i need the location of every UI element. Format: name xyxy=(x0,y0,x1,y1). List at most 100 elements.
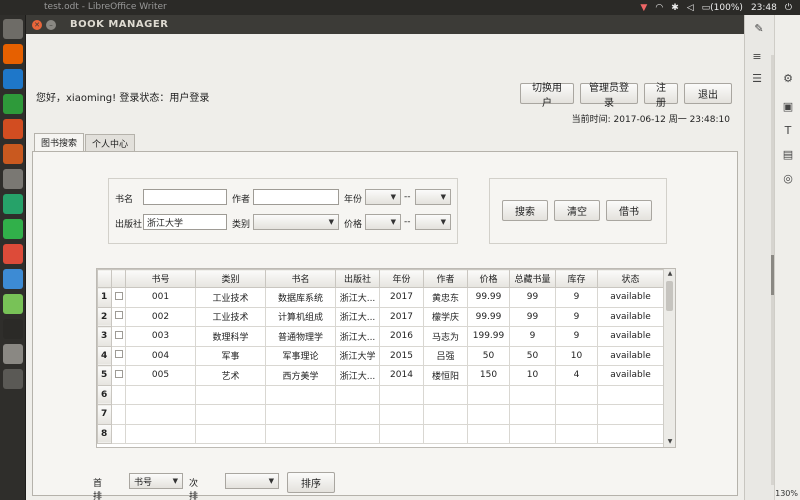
table-cell[interactable]: 吕强 xyxy=(423,345,468,366)
table-cell[interactable]: 数据库系统 xyxy=(265,287,336,308)
row-number[interactable]: 6 xyxy=(97,384,112,405)
table-cell[interactable]: 2017 xyxy=(379,287,424,308)
tab-personal-center[interactable]: 个人中心 xyxy=(85,134,136,151)
gallery-icon[interactable]: ▤ xyxy=(782,149,794,161)
page-icon[interactable]: ▣ xyxy=(782,101,794,113)
drive-icon[interactable] xyxy=(3,344,23,364)
table-cell[interactable]: 工业技术 xyxy=(195,306,266,327)
android-icon[interactable] xyxy=(3,294,23,314)
window-titlebar[interactable]: ✕ – BOOK MANAGER xyxy=(26,15,744,34)
table-cell[interactable] xyxy=(555,404,598,425)
table-row[interactable]: 7 xyxy=(97,404,664,425)
table-cell[interactable]: 9 xyxy=(555,326,598,347)
settings-icon[interactable] xyxy=(3,169,23,189)
table-cell[interactable] xyxy=(423,404,468,425)
table-cell[interactable]: 99.99 xyxy=(467,287,510,308)
row-number[interactable]: 8 xyxy=(97,423,112,444)
table-cell[interactable]: 99 xyxy=(509,306,556,327)
price-to-select[interactable]: ▼ xyxy=(415,214,451,230)
power-icon[interactable]: ⏻ xyxy=(785,3,792,13)
table-cell[interactable]: 150 xyxy=(467,365,510,386)
row-number[interactable]: 5 xyxy=(97,365,112,386)
table-cell[interactable]: 浙江大... xyxy=(335,365,380,386)
column-header[interactable]: 价格 xyxy=(467,269,510,288)
exit-button[interactable]: 退出 xyxy=(684,83,732,104)
table-cell[interactable] xyxy=(379,384,424,405)
search-button[interactable]: 搜索 xyxy=(502,200,548,221)
table-cell[interactable]: 工业技术 xyxy=(195,287,266,308)
table-cell[interactable] xyxy=(379,404,424,425)
table-cell[interactable]: 黄忠东 xyxy=(423,287,468,308)
table-cell[interactable]: 10 xyxy=(555,345,598,366)
tab-book-search[interactable]: 图书搜索 xyxy=(34,133,85,151)
table-cell[interactable] xyxy=(509,384,556,405)
table-cell[interactable]: 99.99 xyxy=(467,306,510,327)
table-cell[interactable] xyxy=(335,423,380,444)
table-cell[interactable]: available xyxy=(597,365,664,386)
table-cell[interactable]: available xyxy=(597,326,664,347)
table-cell[interactable] xyxy=(265,404,336,425)
table-cell[interactable]: 2015 xyxy=(379,345,424,366)
table-cell[interactable]: 普通物理学 xyxy=(265,326,336,347)
clear-button[interactable]: 清空 xyxy=(554,200,600,221)
row-checkbox[interactable] xyxy=(114,311,123,320)
table-cell[interactable]: 4 xyxy=(555,365,598,386)
table-cell[interactable]: available xyxy=(597,287,664,308)
table-cell[interactable] xyxy=(195,423,266,444)
app-icon[interactable] xyxy=(3,269,23,289)
styles-icon[interactable]: T xyxy=(782,125,794,137)
table-cell[interactable] xyxy=(265,384,336,405)
table-cell[interactable]: 军事 xyxy=(195,345,266,366)
row-number[interactable]: 3 xyxy=(97,326,112,347)
year-from-select[interactable]: ▼ xyxy=(365,189,401,205)
scroll-up-icon[interactable]: ▲ xyxy=(664,269,676,279)
table-cell[interactable]: 浙江大... xyxy=(335,326,380,347)
column-header[interactable]: 状态 xyxy=(597,269,664,288)
row-number[interactable]: 7 xyxy=(97,404,112,425)
table-cell[interactable]: 檬学庆 xyxy=(423,306,468,327)
borrow-button[interactable]: 借书 xyxy=(606,200,652,221)
table-cell[interactable] xyxy=(597,404,664,425)
bluetooth-icon[interactable]: ✱ xyxy=(671,3,679,13)
table-cell[interactable] xyxy=(335,404,380,425)
row-number[interactable]: 2 xyxy=(97,306,112,327)
table-cell[interactable] xyxy=(467,423,510,444)
table-row[interactable]: 3 003 数理科学 普通物理学 浙江大... 2016 马志为 199.99 9 9 availa… xyxy=(97,326,664,347)
row-checkbox[interactable] xyxy=(114,291,123,300)
battery-indicator[interactable]: ▭(100%) xyxy=(702,3,743,13)
category-select[interactable]: ▼ xyxy=(253,214,339,230)
year-to-select[interactable]: ▼ xyxy=(415,189,451,205)
table-cell[interactable] xyxy=(423,384,468,405)
wifi-icon[interactable]: ◠ xyxy=(655,3,663,13)
table-cell[interactable]: 9 xyxy=(555,306,598,327)
table-cell[interactable] xyxy=(379,423,424,444)
table-cell[interactable] xyxy=(195,404,266,425)
table-cell[interactable]: available xyxy=(597,345,664,366)
admin-login-button[interactable]: 管理员登录 xyxy=(580,83,638,109)
table-cell[interactable] xyxy=(597,384,664,405)
secondary-sort-select[interactable]: ▼ xyxy=(225,473,279,489)
table-cell[interactable] xyxy=(467,404,510,425)
table-row[interactable]: 6 xyxy=(97,384,664,405)
table-cell[interactable]: 浙江大... xyxy=(335,306,380,327)
publisher-input[interactable]: 浙江大学 xyxy=(143,214,227,230)
list-icon[interactable]: ☰ xyxy=(751,73,763,85)
table-cell[interactable]: 2016 xyxy=(379,326,424,347)
table-cell[interactable] xyxy=(125,404,196,425)
chrome-icon[interactable] xyxy=(3,244,23,264)
scroll-thumb[interactable] xyxy=(666,281,673,311)
table-cell[interactable]: 浙江大学 xyxy=(335,345,380,366)
table-cell[interactable] xyxy=(265,423,336,444)
column-header[interactable]: 年份 xyxy=(379,269,424,288)
table-cell[interactable]: 003 xyxy=(125,326,196,347)
table-cell[interactable]: available xyxy=(597,306,664,327)
table-cell[interactable] xyxy=(195,384,266,405)
table-cell[interactable]: 9 xyxy=(555,287,598,308)
row-number[interactable]: 4 xyxy=(97,345,112,366)
calc-icon[interactable] xyxy=(3,94,23,114)
table-cell[interactable]: 99 xyxy=(509,287,556,308)
price-from-select[interactable]: ▼ xyxy=(365,214,401,230)
table-cell[interactable] xyxy=(509,423,556,444)
table-cell[interactable] xyxy=(555,384,598,405)
row-checkbox[interactable] xyxy=(114,330,123,339)
